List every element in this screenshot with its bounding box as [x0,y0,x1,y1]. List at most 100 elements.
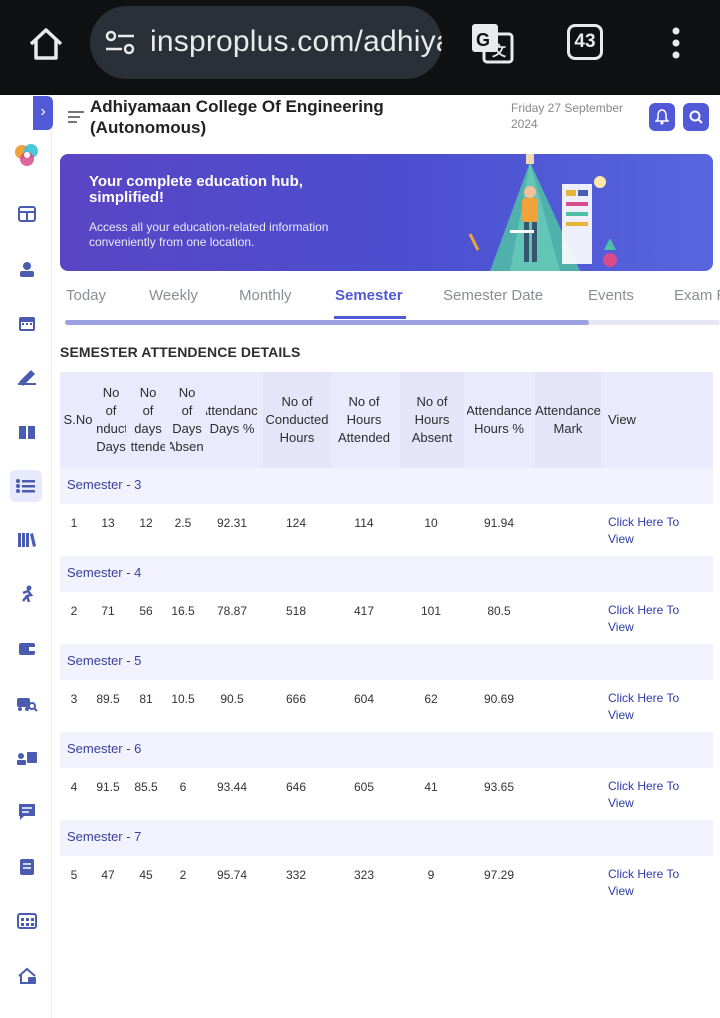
home-icon[interactable] [26,24,66,64]
tab-monthly[interactable]: Monthly [239,287,292,304]
cell-sno: 1 [70,516,78,530]
table-row: 4 91.5 85.5 6 93.44 646 605 41 93.65 Cli… [60,768,713,820]
notes-icon[interactable] [13,853,41,881]
address-bar[interactable]: insproplus.com/adhiyamaan [90,6,442,79]
education-illustration [450,154,630,271]
cell-attended-days: 85.5 [134,780,158,794]
feedback-icon[interactable] [13,798,41,826]
book-icon[interactable] [13,418,41,446]
cell-sno: 4 [70,780,78,794]
cell-conducted-days: 13 [101,516,115,530]
header-attendance-days-pct: Attendance Days % [206,403,258,436]
cell-days-pct: 90.5 [220,692,244,706]
table-row: 1 13 12 2.5 92.31 124 114 10 91.94 Click… [60,504,713,556]
semester-group-row: Semester - 7 [60,820,713,856]
cell-attended-hours: 323 [353,868,375,882]
tab-switcher-button[interactable]: 43 [567,24,603,60]
table-row: 5 47 45 2 95.74 332 323 9 97.29 Click He… [60,856,713,908]
hamburger-icon[interactable] [68,110,84,124]
header-conducted-hours: No of Conducted Hours [263,372,331,468]
active-tab-indicator [334,316,406,319]
cell-days-pct: 95.74 [216,868,248,882]
banner-subtitle: Access all your education-related inform… [89,220,329,249]
cell-sno: 3 [70,692,78,706]
site-settings-icon[interactable] [104,30,138,56]
cell-absent-hours: 10 [424,516,438,530]
semester-label: Semester - 4 [67,565,142,580]
search-icon[interactable] [683,103,709,131]
cell-conducted-hours: 518 [285,604,307,618]
semester-group-row: Semester - 5 [60,644,713,680]
semester-label: Semester - 7 [67,829,142,844]
header-sno: S.No [63,412,93,427]
sidebar-toggle-icon[interactable]: › [33,96,53,130]
header-attended-days: No of days Attended [131,385,165,454]
cell-attended-hours: 114 [354,516,374,530]
cell-conducted-days: 71 [101,604,115,618]
library-icon[interactable] [13,526,41,554]
cell-attended-hours: 604 [353,692,375,706]
view-details-link[interactable]: Click Here To View [608,866,698,900]
translate-icon[interactable]: G文 [470,22,514,64]
notification-bell-icon[interactable] [649,103,675,131]
tabs-scrollbar-thumb[interactable] [65,320,589,325]
semester-label: Semester - 6 [67,741,142,756]
view-details-link[interactable]: Click Here To View [608,778,698,812]
transport-search-icon[interactable] [13,690,41,718]
header-attendance-mark: Attendance Mark [535,372,601,468]
cell-absent-days: 16.5 [171,604,195,618]
tab-weekly[interactable]: Weekly [149,287,198,304]
cell-days-pct: 78.87 [216,604,248,618]
view-details-link[interactable]: Click Here To View [608,514,698,548]
section-title: SEMESTER ATTENDENCE DETAILS [60,344,301,360]
cell-conducted-days: 91.5 [96,780,120,794]
cell-absent-days: 6 [179,780,187,794]
grid-icon[interactable] [13,907,41,935]
calendar-icon[interactable] [13,309,41,337]
cell-conducted-hours: 124 [285,516,307,530]
hostel-icon[interactable] [13,744,41,772]
tab-events[interactable]: Events [588,287,634,304]
view-tabs: Today Weekly Monthly Semester Semester D… [60,280,720,326]
header-attendance-hours-pct: Attendance Hours % [467,403,531,436]
cell-hours-pct: 80.5 [487,604,511,618]
cell-days-pct: 92.31 [216,516,248,530]
svg-text:G: G [476,30,490,50]
sports-icon[interactable] [13,580,41,608]
table-row: 2 71 56 16.5 78.87 518 417 101 80.5 Clic… [60,592,713,644]
cell-attended-days: 56 [139,604,153,618]
url-text[interactable]: insproplus.com/adhiyamaan [150,25,442,59]
header-view: View [608,412,636,427]
wallet-icon[interactable] [13,635,41,663]
tab-semester[interactable]: Semester [335,287,403,304]
svg-text:文: 文 [492,43,507,59]
browser-toolbar: insproplus.com/adhiyamaan G文 43 [0,0,720,95]
logo-icon[interactable] [13,141,41,169]
cell-absent-days: 2 [179,868,187,882]
cell-conducted-days: 89.5 [96,692,120,706]
attendance-icon[interactable] [10,470,42,502]
college-name: Adhiyamaan College Of Engineering (Auton… [90,97,384,137]
profile-icon[interactable] [13,255,41,283]
tab-exam-results[interactable]: Exam R [674,287,720,304]
dashboard-icon[interactable] [13,200,41,228]
assignment-icon[interactable] [13,363,41,391]
home-settings-icon[interactable] [13,962,41,990]
view-details-link[interactable]: Click Here To View [608,602,698,636]
attendance-table: S.No No of Conducted Days No of days Att… [60,372,713,908]
table-header: S.No No of Conducted Days No of days Att… [60,372,713,468]
tab-today[interactable]: Today [66,287,106,304]
tab-semester-date[interactable]: Semester Date [443,287,543,304]
banner-title: Your complete education hub, simplified! [89,173,303,206]
cell-attended-days: 81 [139,692,153,706]
more-menu-icon[interactable] [666,26,686,62]
cell-hours-pct: 90.69 [483,692,515,706]
cell-attended-hours: 417 [353,604,375,618]
cell-absent-hours: 9 [427,868,435,882]
cell-absent-days: 2.5 [174,516,192,530]
cell-hours-pct: 93.65 [483,780,515,794]
header-attended-hours: No of Hours Attended [337,394,391,445]
cell-attended-hours: 605 [353,780,375,794]
view-details-link[interactable]: Click Here To View [608,690,698,724]
cell-absent-days: 10.5 [171,692,195,706]
